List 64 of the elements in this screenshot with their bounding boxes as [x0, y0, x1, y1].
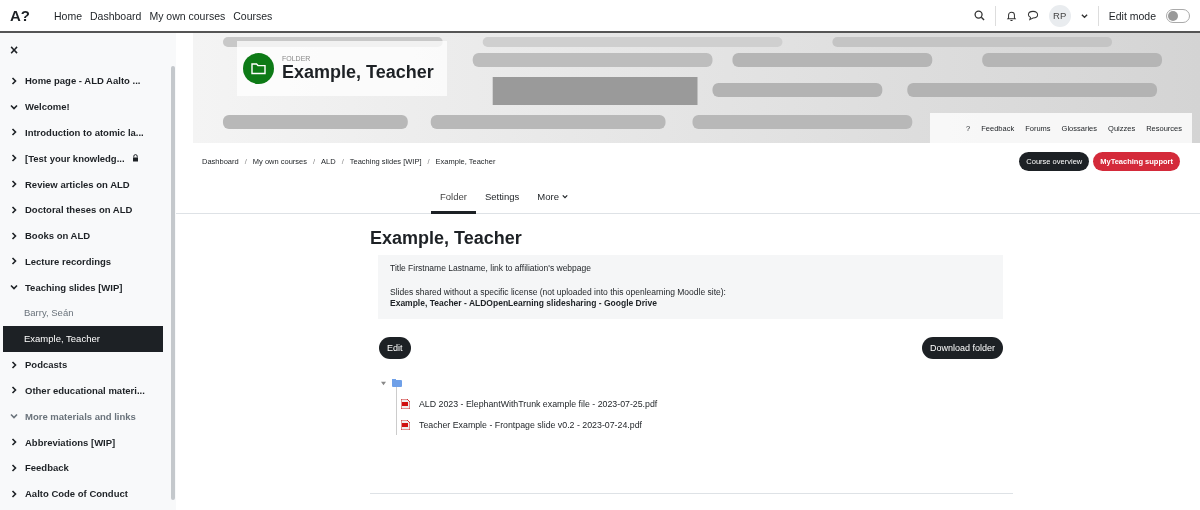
course-section-link[interactable]: Doctoral theses on ALD: [3, 197, 171, 223]
pdf-file-icon: [401, 398, 410, 409]
activity-title: Example, Teacher: [282, 61, 434, 83]
page-heading: Example, Teacher: [370, 228, 523, 249]
chevron-icon: [10, 205, 18, 214]
scrollbar[interactable]: [171, 66, 175, 500]
nav-link[interactable]: Dashboard: [90, 9, 142, 22]
course-section-link[interactable]: Lecture recordings: [3, 248, 171, 275]
tab[interactable]: More: [528, 181, 577, 214]
folder-icon: [392, 379, 402, 388]
chevron-icon: [10, 128, 18, 137]
course-section-link[interactable]: Aalto Code of Conduct: [3, 480, 171, 507]
chevron-icon: [10, 154, 18, 163]
course-section-link[interactable]: More materials and links: [3, 403, 171, 430]
chat-icon[interactable]: [1026, 10, 1039, 21]
course-section-link[interactable]: Teaching slides [WIP]: [3, 274, 171, 301]
pdf-file-icon: [401, 419, 410, 430]
course-section-link[interactable]: Other educational materi...: [3, 377, 171, 404]
chevron-icon: [10, 102, 18, 111]
course-section-link[interactable]: Introduction to atomic la...: [3, 119, 171, 146]
caret-icon[interactable]: [1080, 12, 1088, 19]
chevron-icon: [10, 257, 18, 266]
bell-icon[interactable]: [1005, 9, 1017, 22]
drive-link[interactable]: Example, Teacher - ALDOpenLearning slidesharing - Google Drive: [390, 298, 657, 309]
edit-mode-label: Edit mode: [1108, 9, 1156, 22]
course-section-link[interactable]: Feedback: [3, 454, 171, 481]
file-link[interactable]: Teacher Example - Frontpage slide v0.2 - 2023-07-24.pdf: [419, 419, 642, 430]
chevron-icon: [10, 76, 18, 85]
course-section-link[interactable]: Books on ALD: [3, 222, 171, 249]
file-link[interactable]: ALD 2023 - ElephantWithTrunk example file - 2023-07-25.pdf: [419, 398, 658, 409]
folder-icon: [243, 53, 274, 84]
description-text: Title Firstname Lastname, link to affiliation's webpage: [390, 263, 592, 275]
chevron-icon: [10, 283, 18, 292]
download-folder-button[interactable]: Download folder: [921, 337, 1003, 360]
edit-mode-toggle[interactable]: [1166, 8, 1190, 23]
course-section-link[interactable]: Home page - ALD Aalto ...: [3, 68, 171, 94]
description-text: Slides shared without a specific license (not uploaded into this openlearning Moodle site):: [390, 287, 727, 299]
chevron-icon: [10, 438, 18, 447]
expand-icon[interactable]: [381, 380, 386, 386]
chevron-icon: [10, 463, 18, 472]
search-icon[interactable]: [973, 10, 985, 21]
course-section-link[interactable]: [Test your knowledg...: [3, 145, 171, 172]
chevron-icon: [10, 360, 18, 369]
nav-link[interactable]: My own courses: [149, 9, 226, 22]
course-section-link[interactable]: Abbreviations [WIP]: [3, 429, 171, 455]
course-item-link[interactable]: Barry, Seán: [3, 300, 171, 326]
chevron-icon: [10, 412, 18, 421]
course-section-link[interactable]: Review articles on ALD: [3, 171, 171, 197]
chevron-icon: [10, 231, 18, 240]
chevron-icon: [10, 386, 18, 395]
edit-button[interactable]: Edit: [379, 337, 411, 360]
tab[interactable]: Folder: [431, 181, 476, 214]
close-icon[interactable]: ×: [10, 42, 19, 58]
course-item-link[interactable]: Example, Teacher: [3, 325, 163, 352]
site-logo[interactable]: A?: [10, 7, 30, 24]
chevron-icon: [10, 180, 18, 189]
nav-link[interactable]: Courses: [233, 9, 273, 22]
tab[interactable]: Settings: [475, 181, 529, 214]
caret-icon: [561, 193, 568, 199]
user-avatar[interactable]: RP: [1048, 4, 1071, 27]
nav-link[interactable]: Home: [54, 9, 82, 22]
chevron-icon: [10, 489, 18, 498]
course-section-link[interactable]: Podcasts: [3, 351, 171, 378]
course-section-link[interactable]: Welcome!: [3, 93, 171, 120]
